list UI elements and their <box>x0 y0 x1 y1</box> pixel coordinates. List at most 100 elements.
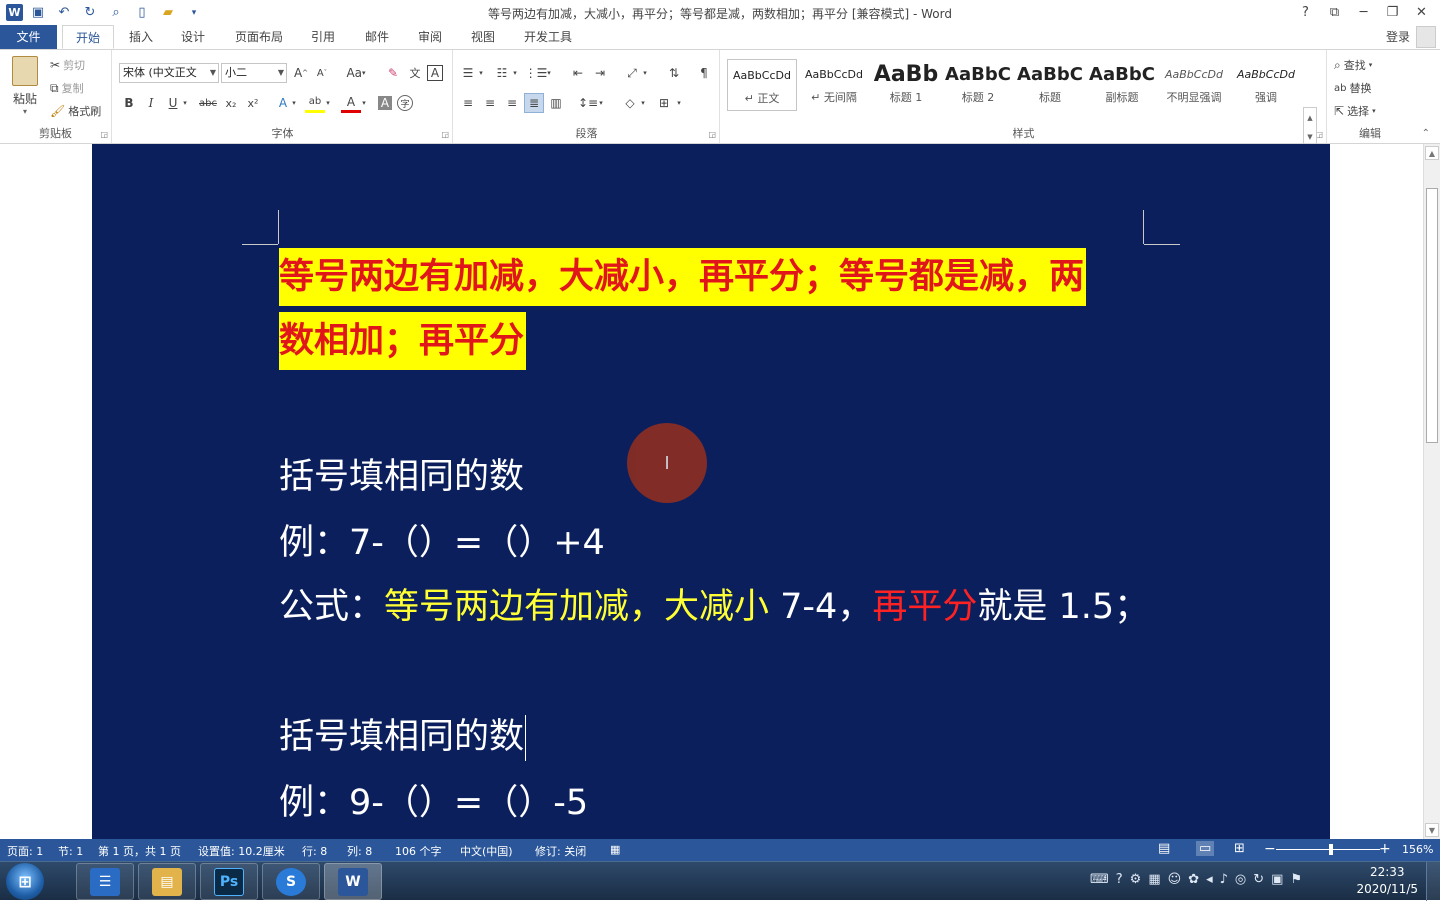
style-subtle-emphasis[interactable]: AaBbCcDd 不明显强调 <box>1159 59 1229 111</box>
distributed-icon[interactable]: ▥ <box>546 93 566 113</box>
print-layout-icon[interactable]: ▭ <box>1196 841 1215 856</box>
highlight-dropdown-icon[interactable]: ▾ <box>323 93 333 113</box>
status-word-count[interactable]: 106 个字 <box>395 843 442 859</box>
bullets-dropdown-icon[interactable]: ▾ <box>476 63 486 83</box>
asian-layout-dropdown-icon[interactable]: ▾ <box>640 63 650 83</box>
multilevel-list-icon[interactable]: ⋮☰ <box>525 63 548 83</box>
scroll-up-icon[interactable]: ▲ <box>1307 114 1312 122</box>
action-center-icon[interactable]: ▣ <box>1271 872 1283 887</box>
clipboard-launcher-icon[interactable]: ◲ <box>100 130 108 139</box>
scroll-thumb[interactable] <box>1426 188 1438 443</box>
restore-button[interactable]: ❐ <box>1378 2 1407 22</box>
tab-review[interactable]: 审阅 <box>407 25 453 49</box>
status-row[interactable]: 行: 8 <box>302 843 327 859</box>
format-painter-button[interactable]: 🖌 格式刷 <box>50 103 101 119</box>
text-effects-dropdown-icon[interactable]: ▾ <box>289 93 299 113</box>
close-button[interactable]: ✕ <box>1407 2 1436 22</box>
input-method-icon[interactable]: ⚙ <box>1130 872 1142 887</box>
ribbon-display-options-button[interactable]: ⧉ <box>1320 2 1349 22</box>
qq-icon[interactable]: ☺ <box>1168 872 1182 887</box>
numbering-dropdown-icon[interactable]: ▾ <box>510 63 520 83</box>
sort-icon[interactable]: ⇅ <box>664 63 684 83</box>
grow-font-button[interactable]: A ^ <box>291 63 311 83</box>
zoom-out-button[interactable]: − <box>1264 841 1276 857</box>
keyboard-icon[interactable]: ⌨ <box>1090 872 1109 887</box>
numbering-icon[interactable]: ☷ <box>492 63 512 83</box>
style-emphasis[interactable]: AaBbCcDd 强调 <box>1231 59 1301 111</box>
scroll-up-icon[interactable]: ▲ <box>1425 146 1439 160</box>
login-link[interactable]: 登录 <box>1386 28 1410 45</box>
macro-record-icon[interactable]: ▦ <box>610 843 620 856</box>
taskbar-app-sogou[interactable]: S <box>262 863 320 900</box>
status-col[interactable]: 列: 8 <box>347 843 372 859</box>
taskbar-app-file-manager[interactable]: ▤ <box>138 863 196 900</box>
tab-home[interactable]: 开始 <box>62 25 114 49</box>
minimize-button[interactable]: ─ <box>1349 2 1378 22</box>
scroll-down-icon[interactable]: ▼ <box>1425 823 1439 837</box>
asian-layout-icon[interactable]: ⤢ <box>622 63 642 83</box>
taskbar-app-word[interactable]: W <box>324 863 382 900</box>
tab-file[interactable]: 文件 <box>0 25 57 49</box>
zoom-slider-thumb[interactable] <box>1329 844 1333 855</box>
status-track-changes[interactable]: 修订: 关闭 <box>535 843 586 859</box>
paragraph-launcher-icon[interactable]: ◲ <box>708 130 716 139</box>
web-layout-icon[interactable]: ⊞ <box>1234 841 1245 856</box>
multilevel-dropdown-icon[interactable]: ▾ <box>544 63 554 83</box>
line-spacing-icon[interactable]: ↕≡ <box>578 93 598 113</box>
windows-tray-icon[interactable]: ▦ <box>1148 872 1160 887</box>
zoom-level[interactable]: 156% <box>1402 843 1433 856</box>
shading-dropdown-icon[interactable]: ▾ <box>638 93 648 113</box>
network-icon[interactable]: ◎ <box>1235 872 1246 887</box>
clear-formatting-icon[interactable]: ✎ <box>383 63 403 83</box>
character-border-button[interactable]: A <box>427 65 443 81</box>
decrease-indent-icon[interactable]: ⇤ <box>568 63 588 83</box>
style-heading-1[interactable]: AaBb 标题 1 <box>871 59 941 111</box>
tab-layout[interactable]: 页面布局 <box>224 25 294 49</box>
status-pages[interactable]: 第 1 页，共 1 页 <box>98 843 181 859</box>
strikethrough-button[interactable]: abc <box>195 93 221 113</box>
show-marks-icon[interactable]: ¶ <box>694 63 714 83</box>
borders-dropdown-icon[interactable]: ▾ <box>674 93 684 113</box>
style-no-spacing[interactable]: AaBbCcDd ↵ 无间隔 <box>799 59 869 111</box>
show-desktop-button[interactable] <box>1426 862 1440 901</box>
volume-icon[interactable]: ♪ <box>1220 872 1228 887</box>
tab-view[interactable]: 视图 <box>460 25 506 49</box>
collapse-ribbon-icon[interactable]: ⌃ <box>1422 128 1430 139</box>
align-left-icon[interactable]: ≡ <box>458 93 478 113</box>
change-case-button[interactable]: Aa ▾ <box>341 63 371 83</box>
bold-button[interactable]: B <box>119 93 139 113</box>
paste-button[interactable]: 粘贴 ▾ <box>8 56 42 116</box>
align-right-icon[interactable]: ≡ <box>502 93 522 113</box>
vertical-scrollbar[interactable]: ▲ ▼ <box>1423 144 1440 839</box>
copy-button[interactable]: ⧉ 复制 <box>50 80 84 96</box>
status-section[interactable]: 节: 1 <box>58 843 83 859</box>
superscript-button[interactable]: x² <box>243 93 263 113</box>
borders-icon[interactable]: ⊞ <box>654 93 674 113</box>
taskbar-app-explorer[interactable]: ☰ <box>76 863 134 900</box>
shading-icon[interactable]: ◇ <box>620 93 640 113</box>
shrink-font-button[interactable]: Aˇ <box>312 63 332 83</box>
read-mode-icon[interactable]: ▤ <box>1158 841 1170 856</box>
underline-dropdown-icon[interactable]: ▾ <box>180 93 190 113</box>
arrow-tray-icon[interactable]: ◂ <box>1206 872 1213 887</box>
style-title[interactable]: AaBbC 标题 <box>1015 59 1085 111</box>
help-tray-icon[interactable]: ? <box>1116 872 1123 887</box>
document-page[interactable]: 等号两边有加减，大减小，再平分；等号都是减，两 数相加；再平分 括号填相同的数 … <box>92 144 1330 839</box>
phonetic-guide-button[interactable]: 文 <box>405 63 425 83</box>
taskbar-app-photoshop[interactable]: Ps <box>200 863 258 900</box>
status-language[interactable]: 中文(中国) <box>460 843 513 859</box>
help-button[interactable]: ? <box>1291 2 1320 22</box>
flower-icon[interactable]: ✿ <box>1188 872 1199 887</box>
highlight-button[interactable]: ab <box>305 93 325 113</box>
italic-button[interactable]: I <box>141 93 161 113</box>
align-center-icon[interactable]: ≡ <box>480 93 500 113</box>
scroll-down-icon[interactable]: ▼ <box>1307 133 1312 141</box>
increase-indent-icon[interactable]: ⇥ <box>590 63 610 83</box>
style-normal[interactable]: AaBbCcDd ↵ 正文 <box>727 59 797 111</box>
clock[interactable]: 22:33 2020/11/5 <box>1356 864 1418 898</box>
status-position[interactable]: 设置值: 10.2厘米 <box>198 843 285 859</box>
subscript-button[interactable]: x₂ <box>221 93 241 113</box>
font-name-combo[interactable]: 宋体 (中文正文 ▼ <box>119 63 219 83</box>
cut-button[interactable]: ✂ 剪切 <box>50 57 85 73</box>
style-subtitle[interactable]: AaBbC 副标题 <box>1087 59 1157 111</box>
